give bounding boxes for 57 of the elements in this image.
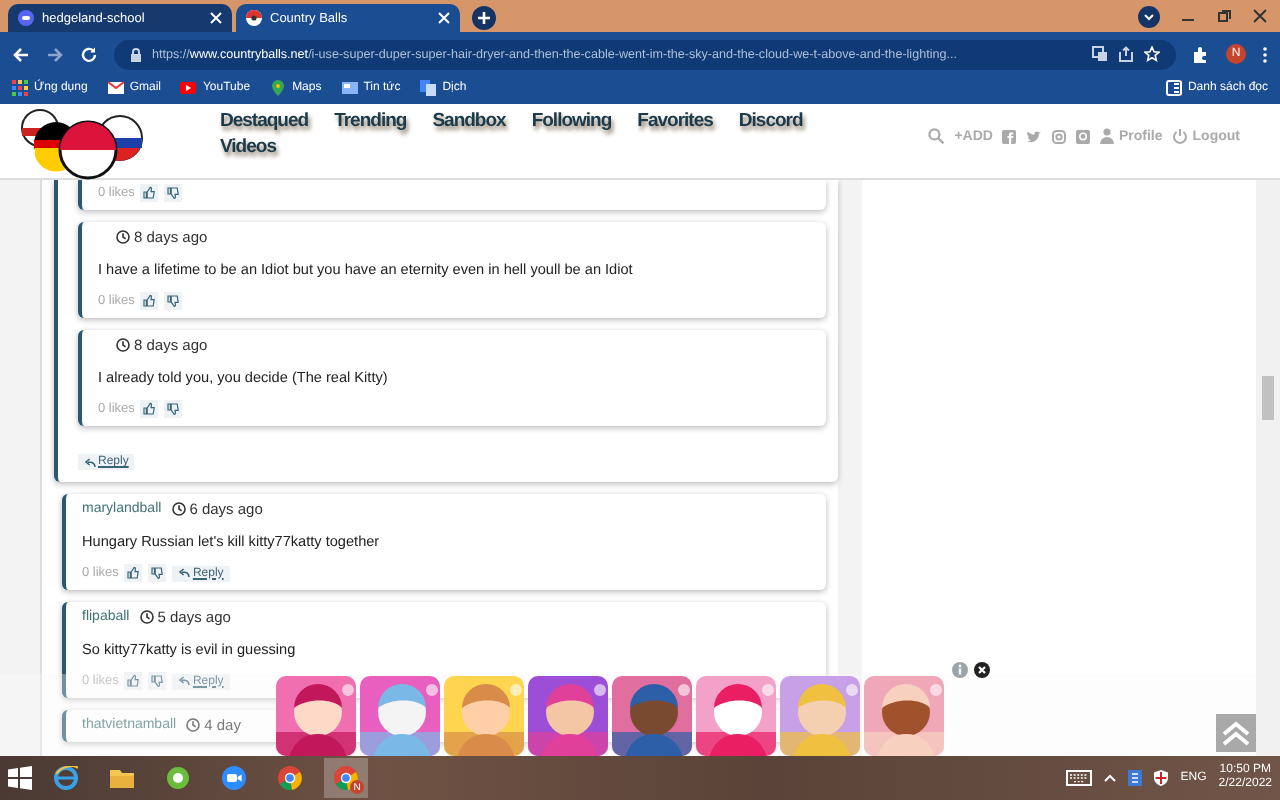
windows-start-icon[interactable] [8, 766, 32, 790]
thumbs-down-icon[interactable] [148, 564, 167, 582]
puzzle-icon[interactable] [1192, 45, 1210, 63]
new-tab-icon[interactable] [472, 6, 496, 30]
reply-arrow-icon [178, 676, 191, 686]
thumbs-up-icon[interactable] [124, 564, 143, 582]
mail-icon [107, 80, 124, 96]
menu-icon[interactable] [1262, 45, 1268, 63]
video-camera-icon [222, 766, 246, 790]
thumbs-up-icon[interactable] [124, 672, 143, 690]
caret-up-icon[interactable] [1104, 774, 1117, 782]
share-icon[interactable] [1118, 46, 1134, 62]
list-icon [1165, 80, 1182, 96]
thumbs-down-icon[interactable] [164, 400, 183, 418]
nav-link[interactable]: Sandbox [432, 110, 506, 132]
nav-link[interactable]: Following [531, 110, 612, 132]
reload-icon[interactable] [80, 45, 98, 63]
forward-icon[interactable] [46, 45, 64, 63]
video-icon [180, 80, 197, 96]
clock-icon [139, 610, 154, 624]
nav-link[interactable]: Videos [220, 136, 276, 158]
nav-link[interactable]: Favorites [637, 110, 713, 132]
scrollbar-thumb[interactable] [1262, 376, 1274, 420]
chat-icon [18, 10, 34, 26]
thumbs-down-icon[interactable] [164, 292, 183, 310]
dropdown-icon[interactable] [1138, 5, 1160, 27]
clock-icon [116, 338, 130, 352]
document-icon[interactable] [1128, 770, 1143, 786]
clock-icon [171, 502, 186, 516]
chrome-icon [334, 766, 358, 790]
chrome-icon [278, 766, 302, 790]
folder-icon [110, 766, 134, 790]
nav-link[interactable]: Trending [334, 110, 407, 132]
reply-arrow-icon [84, 457, 96, 467]
thumbs-down-icon[interactable] [164, 184, 183, 202]
back-icon[interactable] [12, 45, 30, 63]
star-icon[interactable] [1144, 46, 1160, 62]
ball-icon [246, 10, 262, 26]
nav-link[interactable]: Destaqued [220, 110, 309, 132]
thumbs-up-icon[interactable] [140, 184, 159, 202]
clock-icon [116, 230, 130, 244]
apps-icon [12, 80, 28, 96]
maximize-icon[interactable] [1216, 8, 1232, 24]
user-icon [1100, 128, 1115, 144]
keyboard-icon[interactable] [1066, 770, 1093, 786]
ring-app-icon [166, 766, 190, 790]
power-icon [1172, 128, 1189, 144]
nav-link[interactable]: Discord [738, 110, 803, 132]
lock-icon [130, 47, 142, 61]
reply-arrow-icon [178, 568, 191, 578]
shield-icon[interactable] [1154, 770, 1169, 786]
browser-e-icon [54, 766, 78, 790]
thumbs-up-icon[interactable] [140, 400, 159, 418]
thumbs-down-icon[interactable] [148, 672, 167, 690]
map-pin-icon [270, 80, 287, 96]
thumbs-up-icon[interactable] [140, 292, 159, 310]
clock-icon [186, 718, 201, 732]
